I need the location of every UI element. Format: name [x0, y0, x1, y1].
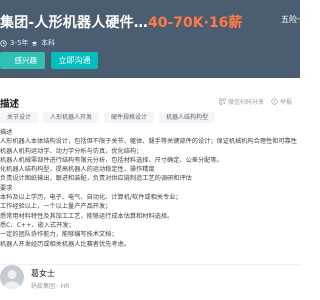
experience-meta: 3-5年	[0, 38, 28, 48]
graduation-cap-icon	[31, 40, 38, 46]
education-text: 本科	[41, 39, 55, 47]
description-line: 要求	[0, 184, 13, 192]
salary: 40-70K·16薪	[148, 15, 243, 31]
divider	[0, 264, 300, 265]
job-description: 描述 人形机器人本体结构设计，包括但不限于关节、躯体、腿手等关键部件的设计；保证…	[0, 128, 300, 249]
recruiter-name: 葛女士	[31, 269, 55, 278]
section-title: 描述	[0, 96, 19, 110]
description-line: 悉C、C++、嵌入式开发；	[0, 221, 75, 229]
benefits-text: 五险一	[281, 15, 300, 24]
interested-button[interactable]: 感兴趣	[0, 52, 45, 69]
description-line: 一定的团队协作能力，能够编写技术文档；	[0, 231, 118, 239]
job-header: 集团-人形机器人硬件… 40-70K·16薪 五险一 3-5年 本科 感兴趣 立…	[0, 0, 300, 78]
clock-icon	[0, 39, 7, 47]
qrcode-icon	[219, 98, 226, 105]
share-action[interactable]: 微信扫码分享	[219, 97, 264, 106]
description-line: 人形机器人本体结构设计，包括但不限于关节、躯体、腿手等关键部件的设计；保证机械机…	[0, 138, 297, 146]
skill-tag: 机器人结构构型	[159, 112, 216, 123]
recruiter-company: 蚂蚁集团 · HR	[31, 283, 70, 290]
description-line: 描述	[0, 129, 13, 136]
share-label: 微信扫码分享	[228, 99, 265, 106]
recruiter-avatar[interactable]	[0, 265, 24, 289]
education-meta: 本科	[31, 38, 55, 48]
description-line: 机器人开发经历或相关机器人比赛者优先考虑。	[0, 240, 130, 248]
skill-tag: 人形机器人开发	[43, 112, 100, 123]
description-line: 本科及以上学历，电子、电气、自动化、计算机/软件或相关专业；	[0, 194, 182, 202]
description-line: 化机器人结构构型，提高机器人的运动稳定性、操作精度	[0, 166, 155, 174]
job-title: 集团-人形机器人硬件…	[0, 15, 149, 31]
warning-icon	[271, 98, 278, 105]
description-line: 悉常用材料特性及其加工工艺，能够运行成本估算和材料选择。	[0, 212, 174, 220]
description-line: 工作经验以上，一个以上量产产品开发；	[0, 203, 112, 211]
description-line: 负责设计图纸输出，跟进和装配，负责对供应链制造工艺的调研和评估	[0, 175, 192, 183]
description-line: 机器人机械零部件进行结构有限元分析，包括材料选择、尺寸确定、公差分配等。	[0, 156, 223, 164]
skill-tag: 关节设计	[0, 112, 39, 123]
skill-tag: 硬件规格设计	[104, 112, 155, 123]
chat-now-button[interactable]: 立即沟通	[51, 52, 98, 69]
skill-tags: 关节设计 人形机器人开发 硬件规格设计 机器人结构构型	[0, 112, 216, 123]
description-line: 机器人机构运动学、动力学分析与仿真，优化结构；	[0, 147, 143, 155]
report-label: 举报	[280, 99, 293, 106]
report-action[interactable]: 举报	[271, 97, 292, 106]
experience-text: 3-5年	[10, 39, 29, 47]
person-icon	[3, 270, 21, 289]
